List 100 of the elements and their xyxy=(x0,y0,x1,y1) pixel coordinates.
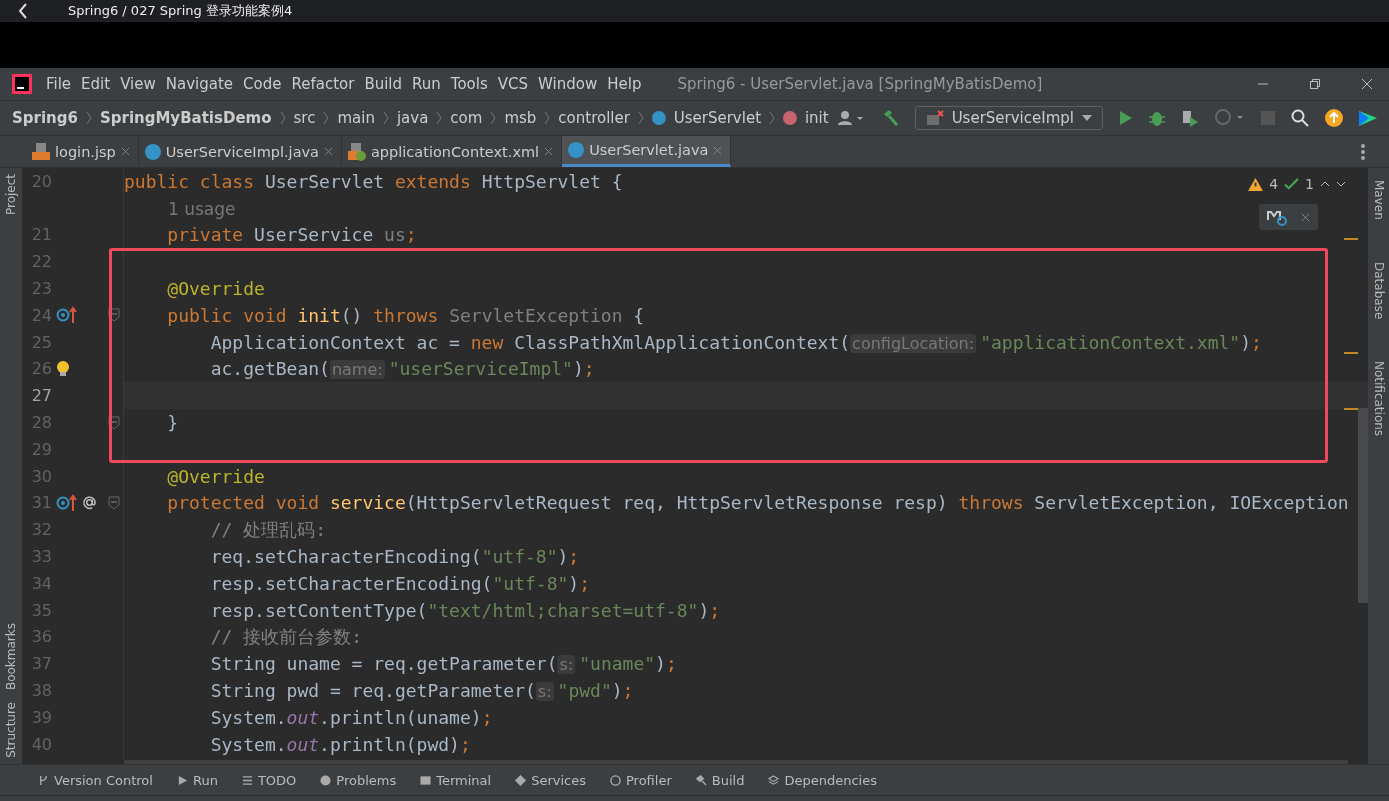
close-icon[interactable] xyxy=(1361,78,1373,90)
tool-window-button[interactable]: Terminal xyxy=(420,772,492,788)
menu-item[interactable]: Window xyxy=(534,75,604,93)
update-icon[interactable] xyxy=(1325,109,1343,127)
line-number: 30 xyxy=(30,466,52,486)
breadcrumb-item[interactable]: UserServlet xyxy=(673,109,762,127)
line-number: 36 xyxy=(30,627,52,647)
check-icon[interactable] xyxy=(1284,177,1300,191)
back-icon[interactable] xyxy=(18,3,28,19)
line-number: 40 xyxy=(30,734,52,754)
menu-item[interactable]: File xyxy=(42,75,78,93)
breadcrumb-item[interactable]: controller xyxy=(558,109,630,127)
breadcrumb-item[interactable]: com xyxy=(450,109,483,127)
menu-item[interactable]: Code xyxy=(239,75,288,93)
menu-item[interactable]: Edit xyxy=(77,75,117,93)
line-number: 31 xyxy=(30,493,52,513)
tool-window-button[interactable]: Maven xyxy=(1371,174,1386,226)
code-line: @Override xyxy=(166,278,265,300)
line-number: 39 xyxy=(30,707,52,727)
editor-tab[interactable]: UserServiceImpl.java xyxy=(138,136,342,167)
tool-window-button[interactable]: TODO xyxy=(241,772,297,788)
close-icon[interactable] xyxy=(120,147,130,156)
override-icon[interactable] xyxy=(56,306,78,325)
down-icon[interactable] xyxy=(1336,181,1346,187)
chevron-icon xyxy=(637,111,644,125)
bug-icon[interactable] xyxy=(1149,109,1165,127)
tool-window-button[interactable]: Version Control xyxy=(38,772,153,788)
breadcrumb-item[interactable]: init xyxy=(804,109,829,127)
error-stripe-mark xyxy=(1344,352,1358,354)
video-title: Spring6 / 027 Spring 登录功能案例4 xyxy=(68,2,293,20)
breadcrumb-item[interactable]: src xyxy=(293,109,316,127)
code-line: ApplicationContext ac = new ClassPathXmlApplicationContext(configLocation: "applicationContext.xml"); xyxy=(209,331,1262,353)
search-icon[interactable] xyxy=(1291,109,1309,127)
tab-label: login.jsp xyxy=(55,143,116,160)
code-line: resp.setCharacterEncoding("utf-8"); xyxy=(209,572,590,594)
config-icon xyxy=(925,110,944,126)
editor-tab[interactable]: applicationContext.xml xyxy=(342,136,563,167)
tool-icon xyxy=(610,774,621,786)
warning-icon[interactable] xyxy=(1248,177,1264,191)
tool-icon xyxy=(695,774,707,786)
tool-window-button[interactable]: Database xyxy=(1371,255,1386,326)
menu-item[interactable]: Tools xyxy=(446,75,494,93)
at-sign-icon[interactable] xyxy=(82,495,97,511)
fold-icon[interactable] xyxy=(108,308,120,323)
weak-warning-count[interactable]: 1 xyxy=(1305,176,1314,192)
logo-icon[interactable] xyxy=(1359,109,1377,127)
menu-item[interactable]: Build xyxy=(360,75,409,93)
maven-reload-icon[interactable] xyxy=(1267,208,1289,226)
maven-reload-popup[interactable] xyxy=(1259,204,1318,230)
tool-icon xyxy=(768,774,780,786)
code-line: resp.setContentType("text/html;charset=utf-8"); xyxy=(209,599,721,621)
line-number: 32 xyxy=(30,520,52,540)
tool-window-button[interactable]: Build xyxy=(695,772,745,788)
warning-count[interactable]: 4 xyxy=(1269,176,1279,192)
run-icon[interactable] xyxy=(1119,110,1133,126)
run-config-dropdown[interactable]: UserServiceImpl xyxy=(914,106,1103,130)
breadcrumb-item[interactable]: main xyxy=(337,109,375,127)
chevron-icon xyxy=(436,111,443,125)
tool-window-button[interactable]: Dependencies xyxy=(768,772,877,788)
lightbulb-icon[interactable] xyxy=(56,359,70,378)
fold-icon[interactable] xyxy=(108,495,120,510)
tool-window-button[interactable]: Problems xyxy=(320,772,397,788)
editor-tab[interactable]: UserServlet.java xyxy=(562,136,732,167)
class-icon xyxy=(651,110,666,126)
tool-window-button[interactable]: Bookmarks xyxy=(4,617,18,697)
up-icon[interactable] xyxy=(1320,181,1330,187)
menu-item[interactable]: Navigate xyxy=(161,75,240,93)
menu-item[interactable]: Refactor xyxy=(287,75,361,93)
tool-window-button[interactable]: Notifications xyxy=(1371,355,1386,443)
breadcrumb-item[interactable]: SpringMyBatisDemo xyxy=(99,109,272,127)
menu-item[interactable]: VCS xyxy=(493,75,535,93)
code-line: public class UserServlet extends HttpServlet { xyxy=(124,170,623,192)
tool-window-button[interactable]: Services xyxy=(515,772,586,788)
menu-item[interactable]: View xyxy=(116,75,162,93)
more-icon[interactable] xyxy=(1361,143,1365,160)
xml-file-icon xyxy=(348,142,366,161)
menu-item[interactable]: Run xyxy=(408,75,447,93)
breadcrumb-item[interactable]: Spring6 xyxy=(12,109,78,127)
editor-tab[interactable]: login.jsp xyxy=(26,136,139,167)
close-icon[interactable] xyxy=(1301,212,1310,222)
tool-window-button[interactable]: Structure xyxy=(4,696,18,764)
tool-window-button[interactable]: Project xyxy=(4,168,18,222)
override-icon[interactable] xyxy=(56,493,78,512)
close-icon[interactable] xyxy=(324,147,333,156)
tool-window-button[interactable]: Run xyxy=(176,772,218,788)
tool-icon xyxy=(515,774,527,786)
breadcrumb-item[interactable]: msb xyxy=(504,109,537,127)
restore-icon[interactable] xyxy=(1309,78,1321,90)
user-icon[interactable] xyxy=(836,110,865,126)
close-icon[interactable] xyxy=(544,147,554,156)
line-number: 21 xyxy=(30,225,52,245)
chevron-icon xyxy=(544,111,551,125)
tool-window-button[interactable]: Profiler xyxy=(610,772,672,788)
class-icon xyxy=(144,143,161,160)
coverage-icon[interactable] xyxy=(1181,109,1199,127)
breadcrumb-item[interactable]: java xyxy=(396,109,429,127)
menu-item[interactable]: Help xyxy=(603,75,648,93)
vertical-scrollbar[interactable] xyxy=(1358,408,1368,603)
fold-icon[interactable] xyxy=(108,415,120,430)
code-line: System.out.println(pwd); xyxy=(209,733,471,755)
